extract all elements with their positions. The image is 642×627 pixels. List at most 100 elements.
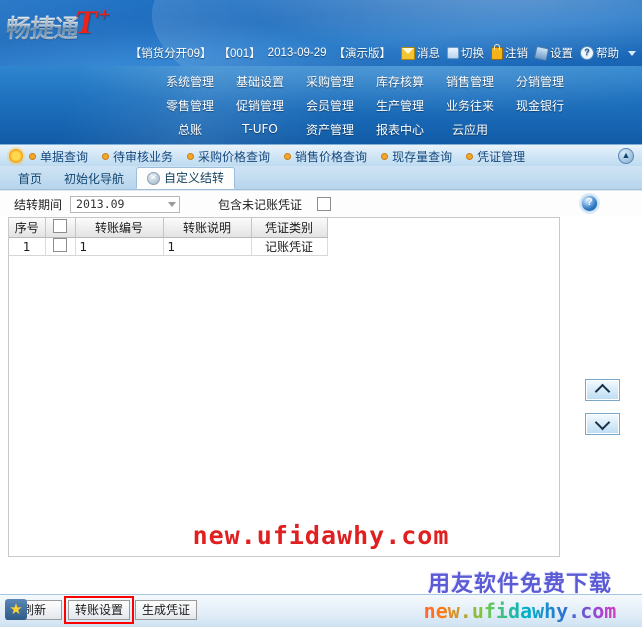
header-link-logout[interactable]: 注销 xyxy=(491,43,528,61)
chevron-down-icon xyxy=(168,201,177,207)
chevron-down-icon xyxy=(594,414,611,431)
header-link-message[interactable]: 消息 xyxy=(401,45,440,61)
header-account: 【销货分开09】 xyxy=(129,48,212,60)
quick-access-bar: 单据查询 待审核业务 采购价格查询 销售价格查询 现存量查询 凭证管理 ▲ xyxy=(0,144,642,168)
col-header-type: 凭证类别 xyxy=(251,218,328,238)
chevron-up-icon xyxy=(594,383,611,400)
menu-item-retail[interactable]: 零售管理 xyxy=(155,93,225,117)
transfer-settings-button[interactable]: 转账设置 xyxy=(68,600,130,620)
cell-type: 记账凭证 xyxy=(251,237,328,256)
lock-icon xyxy=(491,43,503,60)
header-link-switch-label: 切换 xyxy=(461,48,484,60)
menu-item-ledger[interactable]: 总账 xyxy=(155,117,225,141)
app-logo: 畅捷通 T+ xyxy=(4,4,111,46)
quick-item-pending-approval[interactable]: 待审核业务 xyxy=(102,148,173,165)
period-select[interactable]: 2013.09 xyxy=(70,195,181,213)
menu-item-cloud[interactable]: 云应用 xyxy=(435,117,505,141)
bullet-icon xyxy=(381,152,389,160)
carryover-table: 序号 转账编号 转账说明 凭证类别 1 1 1 记账凭证 xyxy=(9,218,328,256)
menu-item-basic[interactable]: 基础设置 xyxy=(225,69,295,93)
bullet-icon xyxy=(284,152,292,160)
quick-item-document-query-label: 单据查询 xyxy=(40,149,89,164)
cell-index: 1 xyxy=(9,237,46,256)
menu-item-report[interactable]: 报表中心 xyxy=(365,117,435,141)
menu-item-asset[interactable]: 资产管理 xyxy=(295,117,365,141)
header-link-settings-label: 设置 xyxy=(550,48,573,60)
bullet-icon xyxy=(466,152,474,160)
menu-item-tufo[interactable]: T-UFO xyxy=(225,117,295,141)
quick-item-sales-price-query[interactable]: 销售价格查询 xyxy=(284,148,367,165)
menu-item-purchase[interactable]: 采购管理 xyxy=(295,69,365,93)
bullet-icon xyxy=(187,152,195,160)
row-checkbox[interactable] xyxy=(53,238,67,252)
collapse-up-icon[interactable]: ▲ xyxy=(618,148,634,164)
col-header-index: 序号 xyxy=(9,218,46,238)
tab-custom-carryover[interactable]: ✕ 自定义结转 xyxy=(136,167,236,189)
carryover-grid-panel: 序号 转账编号 转账说明 凭证类别 1 1 1 记账凭证 xyxy=(8,217,560,557)
main-menu: 系统管理 基础设置 采购管理 库存核算 销售管理 分销管理 零售管理 促销管理 … xyxy=(0,66,642,144)
header-link-logout-label: 注销 xyxy=(505,48,528,60)
cell-select[interactable] xyxy=(45,237,76,256)
logo-text-tplus: T+ xyxy=(72,4,112,41)
col-header-code: 转账编号 xyxy=(75,218,164,238)
tab-init-navigation[interactable]: 初始化导航 xyxy=(54,170,134,189)
header-link-help[interactable]: ? 帮助 xyxy=(580,45,619,61)
quick-item-pending-approval-label: 待审核业务 xyxy=(113,149,174,164)
logo-text-cn: 畅捷通 xyxy=(4,9,80,45)
tab-custom-carryover-label: 自定义结转 xyxy=(164,171,225,185)
mail-icon xyxy=(401,46,415,60)
main-menu-grid: 系统管理 基础设置 采购管理 库存核算 销售管理 分销管理 零售管理 促销管理 … xyxy=(155,69,575,141)
quick-item-voucher-management-label: 凭证管理 xyxy=(477,149,526,164)
include-unposted-checkbox[interactable] xyxy=(317,197,332,211)
period-label: 结转期间 xyxy=(14,197,63,212)
menu-item-business[interactable]: 业务往来 xyxy=(435,93,505,117)
quick-item-stock-query[interactable]: 现存量查询 xyxy=(381,148,452,165)
cell-desc: 1 xyxy=(163,237,252,256)
menu-item-system[interactable]: 系统管理 xyxy=(155,69,225,93)
header-edition: 【演示版】 xyxy=(333,48,392,60)
bullet-icon xyxy=(102,152,110,160)
header-link-switch[interactable]: 切换 xyxy=(447,45,484,61)
menu-item-member[interactable]: 会员管理 xyxy=(295,93,365,117)
generate-voucher-button[interactable]: 生成凭证 xyxy=(135,600,197,620)
menu-item-sales[interactable]: 销售管理 xyxy=(435,69,505,93)
quick-item-stock-query-label: 现存量查询 xyxy=(392,149,453,164)
tab-home[interactable]: 首页 xyxy=(8,170,52,189)
star-icon[interactable]: ★ xyxy=(5,599,27,620)
header-operator: 【001】 xyxy=(218,48,261,60)
move-down-button[interactable] xyxy=(585,413,620,435)
page-content: 结转期间 2013.09 包含未记账凭证 ? 序号 转账编号 转账说明 凭证类别 xyxy=(0,190,642,594)
filter-toolbar: 结转期间 2013.09 包含未记账凭证 xyxy=(0,191,642,217)
switch-icon xyxy=(447,47,459,59)
bottom-toolbar: 刷新 转账设置 生成凭证 ★ xyxy=(0,594,642,627)
table-header-row: 序号 转账编号 转账说明 凭证类别 xyxy=(9,218,328,238)
menu-item-distribution[interactable]: 分销管理 xyxy=(505,69,575,93)
quick-item-document-query[interactable]: 单据查询 xyxy=(29,148,88,165)
menu-item-production[interactable]: 生产管理 xyxy=(365,93,435,117)
include-unposted-checkbox-wrap[interactable]: 包含未记账凭证 xyxy=(218,196,332,213)
menu-item-cashbank[interactable]: 现金银行 xyxy=(505,93,575,117)
sun-icon xyxy=(9,149,23,163)
app-banner: 畅捷通 T+ 【销货分开09】 【001】 2013-09-29 【演示版】 消… xyxy=(0,0,642,66)
include-unposted-label: 包含未记账凭证 xyxy=(218,197,303,212)
help-icon: ? xyxy=(580,46,594,60)
bullet-icon xyxy=(29,152,36,160)
header-link-settings[interactable]: 设置 xyxy=(533,45,573,61)
menu-item-inventory[interactable]: 库存核算 xyxy=(365,69,435,93)
menu-item-promotion[interactable]: 促销管理 xyxy=(225,93,295,117)
gear-icon xyxy=(533,45,550,61)
move-up-button[interactable] xyxy=(585,379,620,401)
chevron-down-icon[interactable] xyxy=(628,50,636,56)
header-link-help-label: 帮助 xyxy=(596,48,619,60)
tab-bar: 首页 初始化导航 ✕ 自定义结转 xyxy=(0,166,642,190)
tab-home-label: 首页 xyxy=(18,172,43,186)
close-icon[interactable]: ✕ xyxy=(147,171,161,185)
cell-code: 1 xyxy=(75,237,164,256)
header-link-message-label: 消息 xyxy=(417,48,440,60)
table-row[interactable]: 1 1 1 记账凭证 xyxy=(9,237,328,256)
quick-item-voucher-management[interactable]: 凭证管理 xyxy=(466,148,525,165)
help-circle-icon[interactable]: ? xyxy=(581,195,598,212)
col-header-select[interactable] xyxy=(45,218,76,238)
select-all-checkbox[interactable] xyxy=(53,219,67,233)
quick-item-purchase-price-query[interactable]: 采购价格查询 xyxy=(187,148,270,165)
